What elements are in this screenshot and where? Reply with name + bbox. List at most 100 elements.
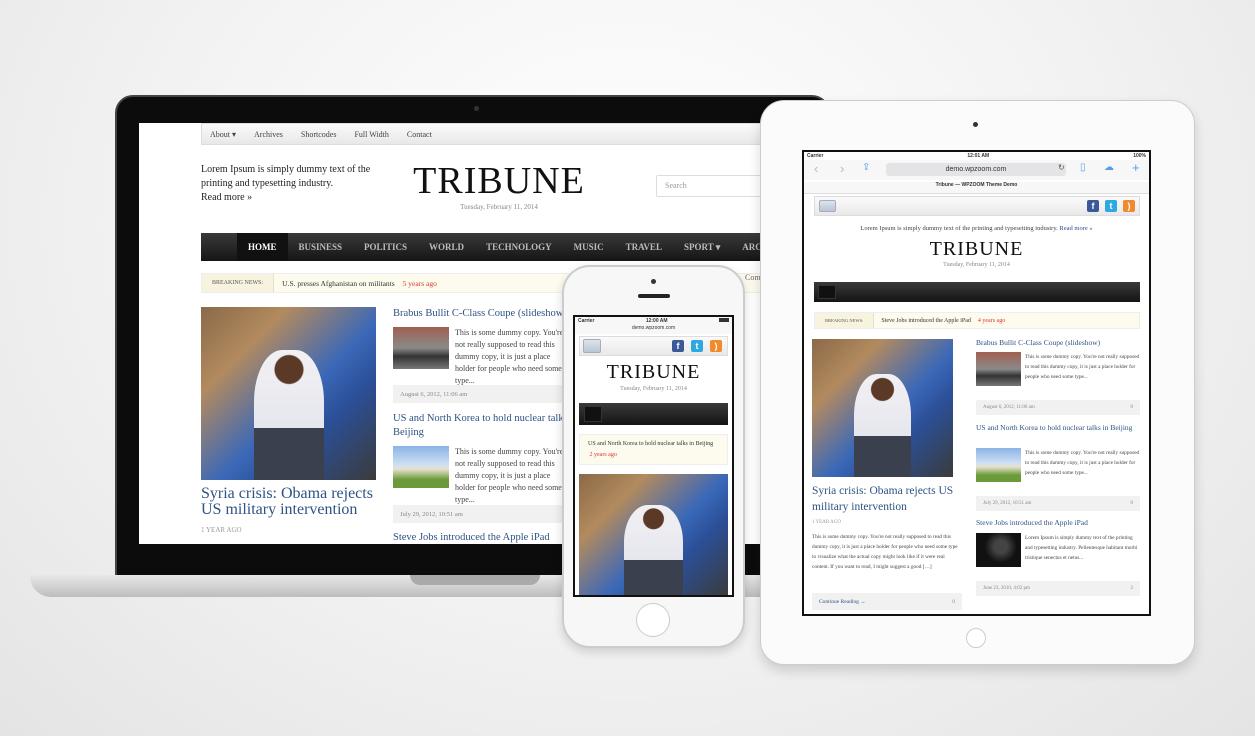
icloud-icon[interactable]: ☁ [1104, 162, 1114, 173]
main-nav: HOME BUSINESS POLITICS WORLD TECHNOLOGY … [201, 233, 779, 261]
nav-home[interactable]: HOME [237, 233, 288, 261]
rss-icon[interactable]: ) [1123, 200, 1135, 212]
forward-icon[interactable]: › [840, 161, 844, 176]
post-title[interactable]: Brabus Bullit C-Class Coupe (slideshow) [976, 338, 1141, 347]
post-meta: August 6, 2012, 11:06 am [393, 385, 573, 403]
site-date: Tuesday, February 11, 2014 [460, 203, 538, 211]
site-header: TRIBUNE Tuesday, February 11, 2014 [399, 159, 599, 211]
carrier: Carrier [578, 318, 595, 324]
breaking-age: 2 years ago [589, 452, 617, 458]
menu-icon[interactable] [819, 200, 836, 212]
post-title[interactable]: Brabus Bullit C-Class Coupe (slideshow) [393, 308, 567, 319]
post-excerpt: This is some dummy copy. You're not real… [1025, 450, 1140, 476]
nav-music[interactable]: MUSIC [563, 233, 615, 261]
clock: 12:00 AM [645, 318, 668, 324]
post-date: June 23, 2010, 4:02 pm [983, 586, 1030, 591]
nav-menu-icon[interactable] [818, 285, 836, 299]
back-icon[interactable]: ‹ [814, 161, 818, 176]
twitter-icon[interactable]: t [1105, 200, 1117, 212]
comment-count[interactable]: 2 [1131, 586, 1134, 591]
laptop-notch [410, 575, 540, 585]
bookmarks-icon[interactable]: ▯ [1080, 162, 1086, 173]
post-meta: July 29, 2012, 10:51 am 0 [976, 496, 1140, 511]
site-logo[interactable]: TRIBUNE [399, 159, 599, 203]
post-title[interactable]: Steve Jobs introduced the Apple iPad [976, 518, 1141, 527]
site-logo[interactable]: TRIBUNE [804, 238, 1149, 261]
featured-excerpt: This is some dummy copy. You're not real… [812, 534, 958, 570]
post-date: August 6, 2012, 11:06 am [983, 405, 1035, 410]
url-text: demo.wpzoom.com [631, 325, 676, 331]
post-meta: June 23, 2010, 4:02 pm 2 [976, 581, 1140, 596]
iphone-speaker [638, 294, 670, 298]
facebook-icon[interactable]: f [672, 340, 684, 352]
featured-image[interactable] [812, 339, 953, 477]
url-bar[interactable]: demo.wpzoom.com [886, 163, 1066, 176]
ipad-screen: Carrier 12:01 AM 100% ‹ › ⇪ demo.wpzoom.co… [802, 150, 1151, 616]
nav-sport[interactable]: SPORT ▾ [673, 233, 731, 261]
breaking-link[interactable]: US and North Korea to hold nuclear talks… [588, 441, 713, 447]
continue-reading-link[interactable]: Continue Reading → [819, 599, 866, 605]
site-date: Tuesday, February 11, 2014 [943, 262, 1010, 268]
read-more-link[interactable]: Read more » [1059, 225, 1092, 232]
breaking-label: BREAKING NEWS: [815, 313, 875, 328]
new-tab-icon[interactable]: + [1132, 160, 1140, 175]
top-bar: f t ) [814, 196, 1140, 216]
topnav-contact[interactable]: Contact [407, 130, 432, 139]
iphone-screen: Carrier 12:00 AM demo.wpzoom.com f t ) TR… [573, 315, 734, 597]
nav-menu-icon[interactable] [584, 406, 602, 422]
nav-business[interactable]: BUSINESS [288, 233, 354, 261]
post-date: July 29, 2012, 10:51 am [400, 510, 463, 518]
post-thumbnail[interactable] [976, 533, 1021, 567]
url-text: demo.wpzoom.com [945, 166, 1007, 173]
featured-image[interactable] [201, 307, 376, 480]
topnav-about[interactable]: About ▾ [210, 130, 236, 139]
rss-icon[interactable]: ) [710, 340, 722, 352]
ipad-home-button[interactable] [966, 628, 986, 648]
top-nav: About ▾ Archives Shortcodes Full Width C… [201, 123, 779, 145]
read-more-link[interactable]: Read more » [201, 191, 371, 205]
laptop-camera [474, 106, 479, 111]
iphone-camera [651, 279, 656, 284]
breaking-link[interactable]: U.S. presses Afghanistan on militants [274, 279, 403, 288]
post-date: July 29, 2012, 10:51 am [983, 501, 1032, 506]
safari-toolbar: ‹ › ⇪ demo.wpzoom.com ↻ ▯ ☁ + [804, 160, 1149, 180]
url-bar[interactable]: demo.wpzoom.com [575, 325, 732, 334]
facebook-icon[interactable]: f [1087, 200, 1099, 212]
topnav-archives[interactable]: Archives [254, 130, 283, 139]
nav-world[interactable]: WORLD [418, 233, 475, 261]
topnav-shortcodes[interactable]: Shortcodes [301, 130, 337, 139]
post-thumbnail[interactable] [393, 446, 449, 488]
comment-count[interactable]: 0 [1131, 501, 1134, 506]
post-thumbnail[interactable] [976, 448, 1021, 482]
nav-technology[interactable]: TECHNOLOGY [475, 233, 563, 261]
reload-icon[interactable]: ↻ [1058, 163, 1065, 172]
share-icon[interactable]: ⇪ [862, 162, 870, 173]
iphone-home-button[interactable] [636, 603, 670, 637]
blurb-text: Lorem Ipsum is simply dummy text of the … [860, 225, 1058, 232]
main-nav [814, 282, 1140, 302]
nav-politics[interactable]: POLITICS [353, 233, 418, 261]
menu-icon[interactable] [583, 339, 601, 353]
featured-image[interactable] [579, 474, 728, 595]
clock: 12:01 AM [967, 153, 990, 159]
post-title[interactable]: US and North Korea to hold nuclear talks… [976, 422, 1141, 433]
site-logo[interactable]: TRIBUNE [575, 361, 732, 384]
featured-title[interactable]: Syria crisis: Obama rejects US military … [201, 486, 386, 518]
carrier: Carrier [807, 153, 824, 159]
sidebar-fragment: Com [745, 273, 761, 282]
nav-travel[interactable]: TRAVEL [615, 233, 673, 261]
breaking-age: 5 years ago [402, 278, 437, 288]
blurb-text: Lorem Ipsum is simply dummy text of the … [201, 164, 371, 189]
post-title[interactable]: Steve Jobs introduced the Apple iPad [393, 532, 550, 543]
post-excerpt: This is some dummy copy. You're not real… [1025, 354, 1140, 380]
breaking-link[interactable]: Steve Jobs introduced the Apple iPad [874, 318, 978, 324]
tab-title-text[interactable]: Tribune — WPZOOM Theme Demo [936, 182, 1018, 188]
comment-count[interactable]: 0 [1131, 405, 1134, 410]
post-thumbnail[interactable] [976, 352, 1021, 386]
comment-count[interactable]: 0 [952, 599, 955, 605]
post-excerpt: Lorem Ipsum is simply dummy text of the … [1025, 535, 1138, 561]
post-thumbnail[interactable] [393, 327, 449, 369]
topnav-full-width[interactable]: Full Width [354, 130, 388, 139]
twitter-icon[interactable]: t [691, 340, 703, 352]
featured-title[interactable]: Syria crisis: Obama rejects US military … [812, 483, 972, 515]
